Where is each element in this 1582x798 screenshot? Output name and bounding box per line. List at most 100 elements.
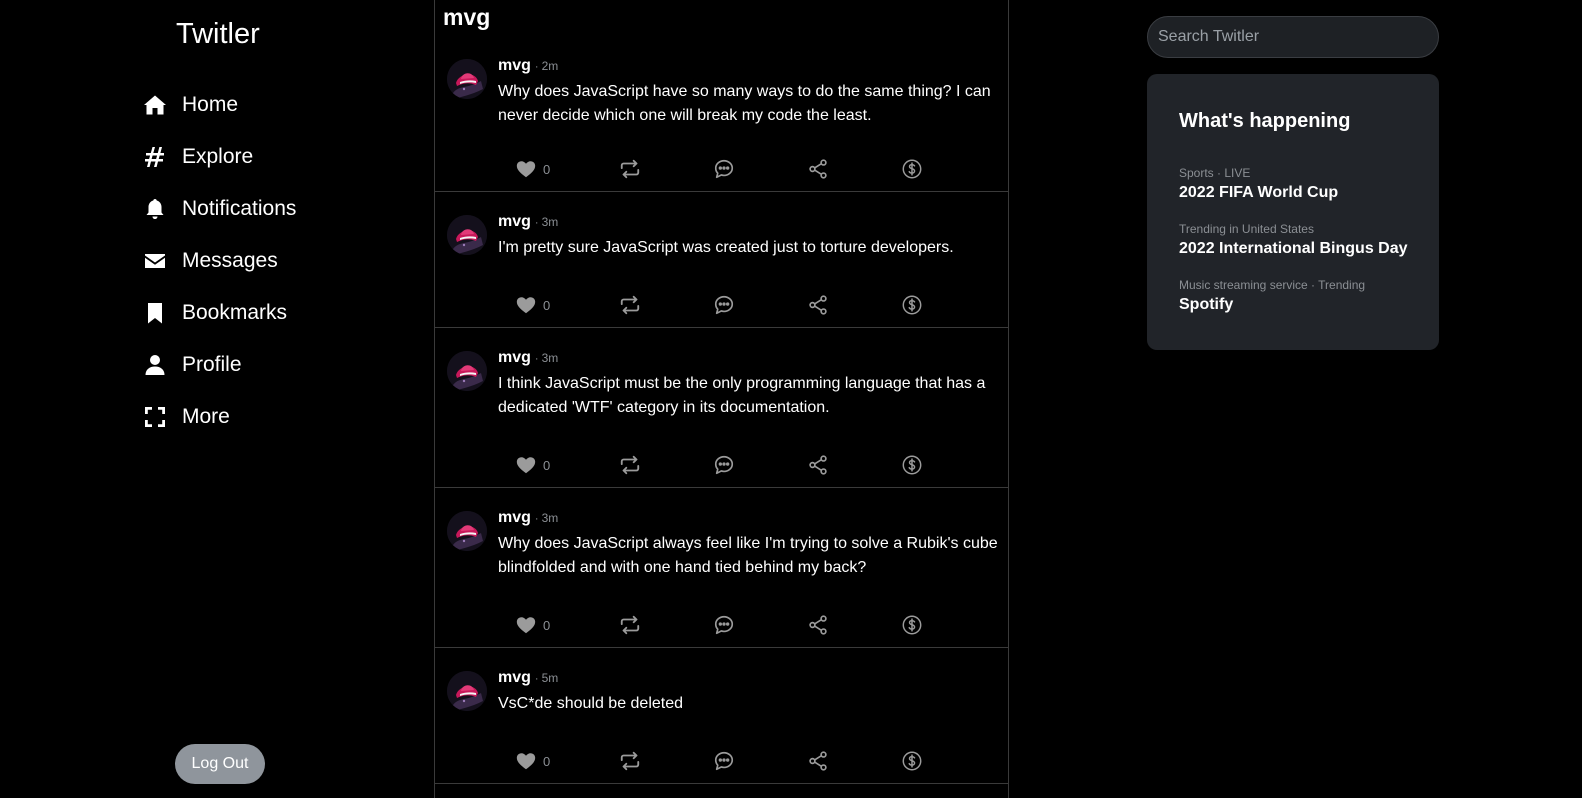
retweet-button[interactable] (619, 454, 641, 476)
post-author[interactable]: mvg (498, 349, 531, 367)
share-icon (809, 455, 827, 475)
trend-meta: Music streaming service · Trending (1179, 278, 1366, 292)
post-card: mvg · 3m I think JavaScript must be the … (435, 328, 1008, 488)
home-icon (143, 93, 167, 117)
retweet-button[interactable] (619, 158, 641, 180)
post-card: mvg · 3m I'm pretty sure JavaScript was … (435, 192, 1008, 328)
nav-item-explore[interactable]: Explore (143, 131, 296, 183)
trends-panel: What's happening Sports · LIVE 2022 FIFA… (1147, 74, 1439, 350)
dollar-icon (902, 159, 922, 179)
like-button[interactable]: 0 (515, 454, 550, 476)
retweet-icon (620, 159, 640, 179)
like-count: 0 (543, 297, 551, 313)
like-count: 0 (543, 457, 551, 473)
trend-meta: Sports · LIVE (1179, 166, 1251, 180)
share-button[interactable] (807, 750, 829, 772)
heart-icon (516, 161, 536, 178)
reply-button[interactable] (713, 158, 735, 180)
reply-button[interactable] (713, 750, 735, 772)
reply-button[interactable] (713, 454, 735, 476)
search-input[interactable] (1147, 16, 1439, 58)
nav-label-profile: Profile (182, 353, 242, 376)
nav-label-bookmarks: Bookmarks (182, 301, 288, 324)
post-header: mvg · 3m (498, 213, 558, 231)
like-count: 0 (543, 617, 551, 633)
nav-item-messages[interactable]: Messages (143, 235, 296, 287)
feed-title: mvg (443, 4, 491, 30)
reply-button[interactable] (713, 614, 735, 636)
dollar-icon (902, 615, 922, 635)
share-icon (809, 159, 827, 179)
like-button[interactable]: 0 (515, 750, 550, 772)
bookmark-icon (143, 301, 167, 325)
nav-item-notifications[interactable]: Notifications (143, 183, 296, 235)
tip-button[interactable] (901, 614, 923, 636)
post-card: mvg · 3m Why does JavaScript always feel… (435, 488, 1008, 648)
retweet-icon (620, 295, 640, 315)
nav-label-home: Home (182, 93, 239, 116)
post-author[interactable]: mvg (498, 509, 531, 527)
app-brand[interactable]: Twitler (176, 18, 260, 51)
feed: mvg mvg · 2m Why does JavaScript have so… (434, 0, 1009, 798)
tip-button[interactable] (901, 750, 923, 772)
share-button[interactable] (807, 158, 829, 180)
post-separator: · (534, 217, 539, 229)
comment-icon (714, 159, 734, 179)
post-separator: · (534, 353, 539, 365)
comment-icon (714, 751, 734, 771)
avatar[interactable] (447, 671, 487, 711)
like-count: 0 (543, 753, 551, 769)
comment-icon (714, 615, 734, 635)
nav-label-explore: Explore (182, 145, 254, 168)
post-card: mvg · 2m Why does JavaScript have so man… (435, 36, 1008, 192)
post-text: Why does JavaScript always feel like I'm… (498, 535, 998, 576)
like-button[interactable]: 0 (515, 614, 550, 636)
post-author[interactable]: mvg (498, 57, 531, 75)
avatar[interactable] (447, 59, 487, 99)
comment-icon (714, 455, 734, 475)
share-button[interactable] (807, 614, 829, 636)
like-button[interactable]: 0 (515, 294, 550, 316)
envelope-icon (143, 249, 167, 273)
user-icon (143, 353, 167, 377)
share-button[interactable] (807, 454, 829, 476)
post-time: 3m (541, 215, 559, 229)
trend-item[interactable]: Trending in United States 2022 Internati… (1179, 222, 1408, 259)
trend-name: Spotify (1179, 296, 1234, 313)
nav-item-more[interactable]: More (143, 391, 296, 443)
share-button[interactable] (807, 294, 829, 316)
retweet-button[interactable] (619, 614, 641, 636)
heart-icon (516, 297, 536, 314)
logout-button[interactable]: Log Out (175, 744, 265, 784)
tip-button[interactable] (901, 158, 923, 180)
avatar[interactable] (447, 215, 487, 255)
reply-button[interactable] (713, 294, 735, 316)
like-button[interactable]: 0 (515, 158, 550, 180)
post-author[interactable]: mvg (498, 213, 531, 231)
retweet-button[interactable] (619, 750, 641, 772)
nav-item-home[interactable]: Home (143, 79, 296, 131)
dollar-icon (902, 455, 922, 475)
dollar-icon (902, 295, 922, 315)
trend-item[interactable]: Music streaming service · Trending Spoti… (1179, 278, 1365, 315)
post-text: VsC*de should be deleted (498, 695, 684, 712)
tip-button[interactable] (901, 454, 923, 476)
post-time: 5m (541, 671, 559, 685)
trend-item[interactable]: Sports · LIVE 2022 FIFA World Cup (1179, 166, 1338, 203)
avatar[interactable] (447, 351, 487, 391)
heart-icon (516, 457, 536, 474)
like-count: 0 (543, 161, 551, 177)
share-icon (809, 751, 827, 771)
nav-item-profile[interactable]: Profile (143, 339, 296, 391)
retweet-icon (620, 615, 640, 635)
post-author[interactable]: mvg (498, 669, 531, 687)
main-nav: Home Explore Notifications Messages Book… (143, 79, 296, 443)
retweet-button[interactable] (619, 294, 641, 316)
avatar[interactable] (447, 511, 487, 551)
nav-item-bookmarks[interactable]: Bookmarks (143, 287, 296, 339)
retweet-icon (620, 751, 640, 771)
expand-icon (143, 405, 167, 429)
post-card: mvg · 5m VsC*de should be deleted 0 (435, 648, 1008, 784)
share-icon (809, 295, 827, 315)
tip-button[interactable] (901, 294, 923, 316)
